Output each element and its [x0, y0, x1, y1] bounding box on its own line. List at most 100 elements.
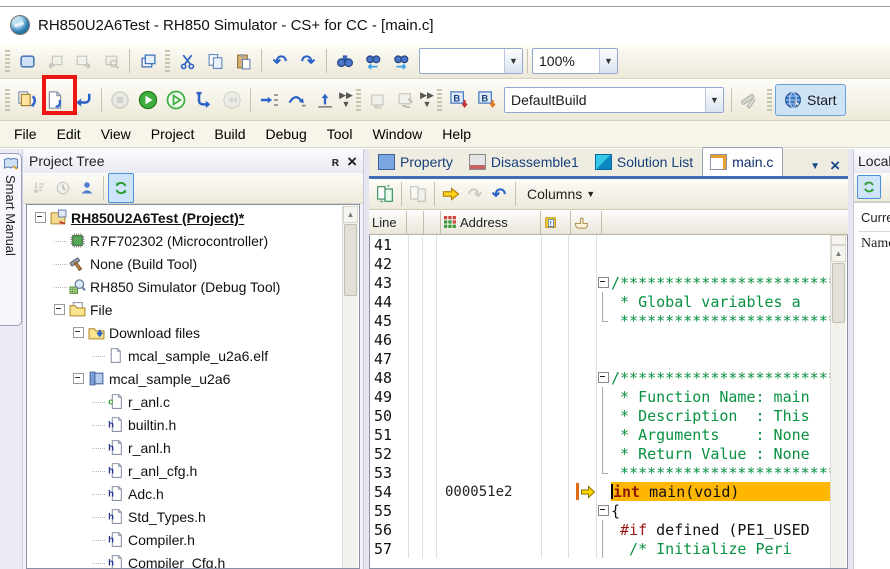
code-cell[interactable]: #if defined (PE1_USED [597, 520, 832, 539]
gutter-cell[interactable] [423, 273, 437, 292]
tree-item[interactable]: R7F702302 (Microcontroller) [27, 229, 343, 252]
tab-solution-list[interactable]: Solution List [588, 148, 702, 176]
tree-item[interactable]: hCompiler_Cfg.h [27, 551, 343, 568]
gutter-cell[interactable] [423, 387, 437, 406]
gutter-cell[interactable] [423, 501, 437, 520]
copy-button[interactable] [201, 47, 229, 75]
line-number[interactable]: 44 [370, 292, 409, 311]
breakpoint-cell[interactable] [542, 501, 569, 520]
hook-transaction-button[interactable] [364, 86, 392, 114]
line-number[interactable]: 53 [370, 463, 409, 482]
gutter-cell[interactable] [423, 330, 437, 349]
gutter-cell[interactable] [423, 349, 437, 368]
sort-button[interactable] [27, 174, 51, 202]
scrollbar-thumb[interactable] [832, 263, 845, 323]
code-cell[interactable]: * Global variables a [597, 292, 832, 311]
undo-button[interactable]: ↶ [266, 47, 294, 75]
code-cell[interactable] [597, 254, 832, 273]
gutter-cell[interactable] [409, 254, 423, 273]
line-number[interactable]: 51 [370, 425, 409, 444]
tab-property[interactable]: Property [371, 148, 462, 176]
rewind-button[interactable] [218, 86, 246, 114]
build-tool-settings-button[interactable] [736, 86, 764, 114]
gutter-cell[interactable] [423, 368, 437, 387]
restart-button[interactable] [190, 86, 218, 114]
code-cell[interactable]: int main(void) [597, 482, 832, 501]
line-number[interactable]: 46 [370, 330, 409, 349]
code-column-header[interactable] [602, 211, 848, 234]
toolbar-grip[interactable] [437, 89, 442, 111]
event-column-header[interactable]: ! [541, 211, 571, 234]
menu-edit[interactable]: Edit [47, 124, 91, 144]
gutter-cell[interactable] [409, 387, 423, 406]
code-cell[interactable]: ********************************** [597, 311, 832, 330]
line-number[interactable]: 54 [370, 482, 409, 501]
code-cell[interactable]: * Function Name: main [597, 387, 832, 406]
project-tree-scrollbar[interactable]: ▲ [342, 206, 358, 568]
gutter-cell[interactable] [409, 501, 423, 520]
gutter-cell[interactable] [409, 539, 423, 558]
breakpoint-cell[interactable] [542, 463, 569, 482]
line-number[interactable]: 55 [370, 501, 409, 520]
build-mode-combo[interactable]: DefaultBuild ▼ [504, 87, 724, 113]
menu-project[interactable]: Project [141, 124, 205, 144]
gutter-cell[interactable] [409, 520, 423, 539]
zoom-combo[interactable]: 100% ▼ [532, 48, 618, 74]
tab-disassemble1[interactable]: Disassemble1 [462, 148, 588, 176]
blank-column-header[interactable] [424, 211, 441, 234]
editor-scrollbar[interactable]: ▲ [830, 235, 846, 568]
line-number[interactable]: 47 [370, 349, 409, 368]
find-previous-button[interactable] [359, 47, 387, 75]
gutter-cell[interactable] [423, 254, 437, 273]
float-window-left-button[interactable] [41, 47, 69, 75]
back-history-button[interactable]: ↶ [487, 180, 511, 208]
breakpoint-cell[interactable] [542, 406, 569, 425]
toolbar-grip[interactable] [767, 89, 772, 111]
name-column-header[interactable]: Name [858, 231, 890, 256]
menu-view[interactable]: View [91, 124, 141, 144]
menu-debug[interactable]: Debug [256, 124, 317, 144]
paste-button[interactable] [229, 47, 257, 75]
find-button[interactable] [331, 47, 359, 75]
gutter-cell[interactable] [409, 368, 423, 387]
chevron-down-icon[interactable]: ▼ [504, 49, 522, 73]
breakpoint-cell[interactable] [542, 387, 569, 406]
rebuild-project-button[interactable]: B [473, 86, 501, 114]
build-project-button[interactable]: B [445, 86, 473, 114]
exchange-view-2-button[interactable] [406, 180, 430, 208]
code-cell[interactable]: * Arguments : None [597, 425, 832, 444]
line-number[interactable]: 50 [370, 406, 409, 425]
tree-item[interactable]: RH850U2A6Test (Project)* [27, 206, 343, 229]
gutter-cell[interactable] [409, 463, 423, 482]
gutter-cell[interactable] [409, 425, 423, 444]
columns-dropdown[interactable]: Columns ▼ [520, 183, 602, 205]
toolbar-grip[interactable] [5, 50, 10, 72]
toolbar-overflow-button[interactable]: ▶▶▼ [420, 85, 434, 115]
code-cell[interactable]: /* Initialize Peri [597, 539, 832, 558]
gutter-cell[interactable] [423, 406, 437, 425]
tree-item[interactable]: RH850 Simulator (Debug Tool) [27, 275, 343, 298]
tree-item[interactable]: hStd_Types.h [27, 505, 343, 528]
gutter-cell[interactable] [423, 539, 437, 558]
code-cell[interactable]: /********************************** [597, 273, 832, 292]
step-over-button[interactable] [283, 86, 311, 114]
gutter-cell[interactable] [423, 425, 437, 444]
tree-item[interactable]: mcal_sample_u2a6 [27, 367, 343, 390]
gutter-cell[interactable] [423, 311, 437, 330]
forward-history-button[interactable]: ↷ [463, 180, 487, 208]
code-cell[interactable]: /********************************** [597, 368, 832, 387]
line-number[interactable]: 56 [370, 520, 409, 539]
smart-manual-tab[interactable]: Smart Manual [0, 153, 22, 326]
scrollbar-thumb[interactable] [344, 224, 357, 296]
menu-help[interactable]: Help [432, 124, 481, 144]
tree-item[interactable]: hCompiler.h [27, 528, 343, 551]
code-cell[interactable]: * Description : This [597, 406, 832, 425]
trace-settings-button[interactable] [392, 86, 420, 114]
menu-build[interactable]: Build [204, 124, 255, 144]
cascade-windows-button[interactable] [134, 47, 162, 75]
breakpoint-cell[interactable] [542, 235, 569, 254]
refresh-button[interactable] [108, 173, 134, 203]
menu-window[interactable]: Window [362, 124, 432, 144]
gutter-cell[interactable] [423, 482, 437, 501]
pin-icon[interactable]: ʀ [331, 154, 339, 169]
